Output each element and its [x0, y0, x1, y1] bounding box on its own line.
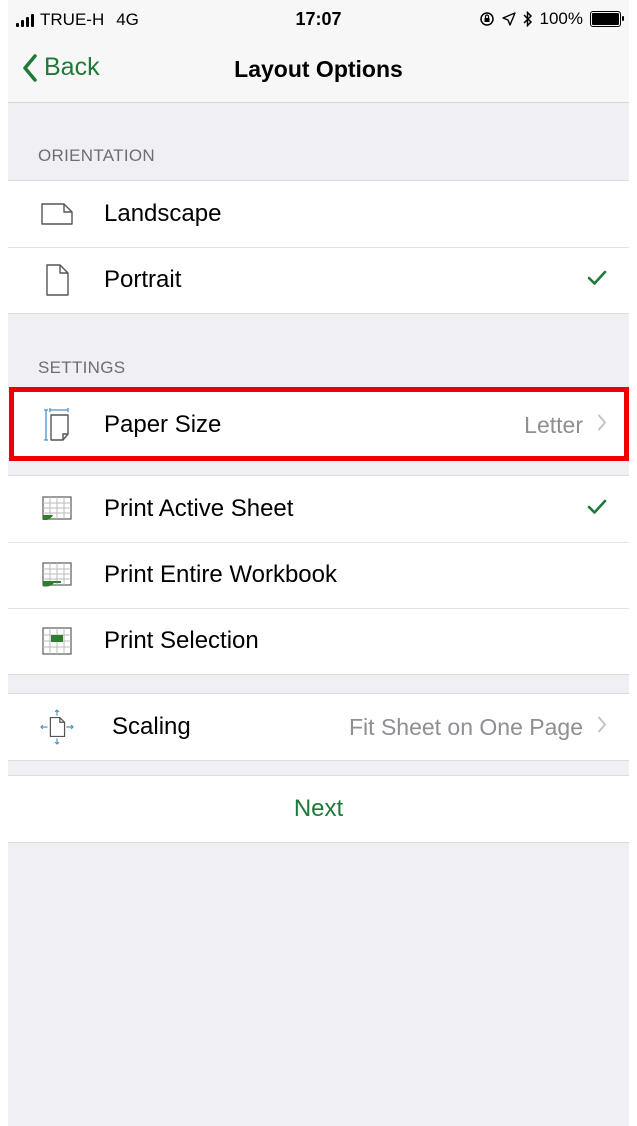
landscape-option[interactable]: Landscape — [8, 181, 629, 247]
checkmark-icon — [587, 499, 607, 520]
checkmark-icon — [587, 270, 607, 291]
bluetooth-icon — [522, 11, 532, 27]
screen: TRUE-H 4G 17:07 100% Back Layout Options… — [8, 0, 629, 1126]
status-bar: TRUE-H 4G 17:07 100% — [8, 0, 629, 40]
orientation-section-header: ORIENTATION — [38, 146, 155, 165]
scaling-value: Fit Sheet on One Page — [349, 713, 583, 740]
status-right: 100% — [479, 9, 624, 29]
scaling-label: Scaling — [112, 713, 191, 740]
location-icon — [501, 12, 516, 26]
scaling-group: Scaling Fit Sheet on One Page — [8, 693, 629, 761]
portrait-label: Portrait — [104, 266, 182, 293]
orientation-group: Landscape Portrait — [8, 180, 629, 314]
workbook-icon — [40, 558, 74, 592]
sheet-icon — [40, 492, 74, 526]
portrait-page-icon — [40, 263, 74, 297]
portrait-option[interactable]: Portrait — [8, 247, 629, 313]
page-title: Layout Options — [234, 56, 403, 82]
scaling-row[interactable]: Scaling Fit Sheet on One Page — [8, 694, 629, 760]
settings-section-header: SETTINGS — [38, 358, 126, 377]
print-entire-workbook-label: Print Entire Workbook — [104, 561, 337, 588]
print-active-sheet-label: Print Active Sheet — [104, 495, 294, 522]
scaling-icon — [40, 709, 74, 745]
print-selection-label: Print Selection — [104, 627, 259, 654]
print-selection-option[interactable]: Print Selection — [8, 608, 629, 674]
paper-size-icon — [40, 408, 74, 442]
paper-size-group: Paper Size Letter — [8, 391, 629, 459]
paper-size-value: Letter — [524, 411, 583, 438]
battery-icon — [590, 11, 624, 27]
chevron-right-icon — [597, 414, 607, 437]
next-button[interactable]: Next — [8, 775, 629, 843]
landscape-page-icon — [40, 197, 74, 231]
print-range-group: Print Active Sheet Print Entire Workbook… — [8, 475, 629, 675]
navigation-bar: Back Layout Options — [8, 40, 629, 103]
landscape-label: Landscape — [104, 200, 222, 227]
print-active-sheet-option[interactable]: Print Active Sheet — [8, 476, 629, 542]
paper-size-row[interactable]: Paper Size Letter — [8, 392, 629, 458]
battery-percentage: 100% — [539, 9, 583, 28]
print-entire-workbook-option[interactable]: Print Entire Workbook — [8, 542, 629, 608]
paper-size-label: Paper Size — [104, 411, 222, 438]
orientation-lock-icon — [479, 12, 494, 26]
selection-icon — [40, 624, 74, 658]
chevron-right-icon — [597, 716, 607, 739]
